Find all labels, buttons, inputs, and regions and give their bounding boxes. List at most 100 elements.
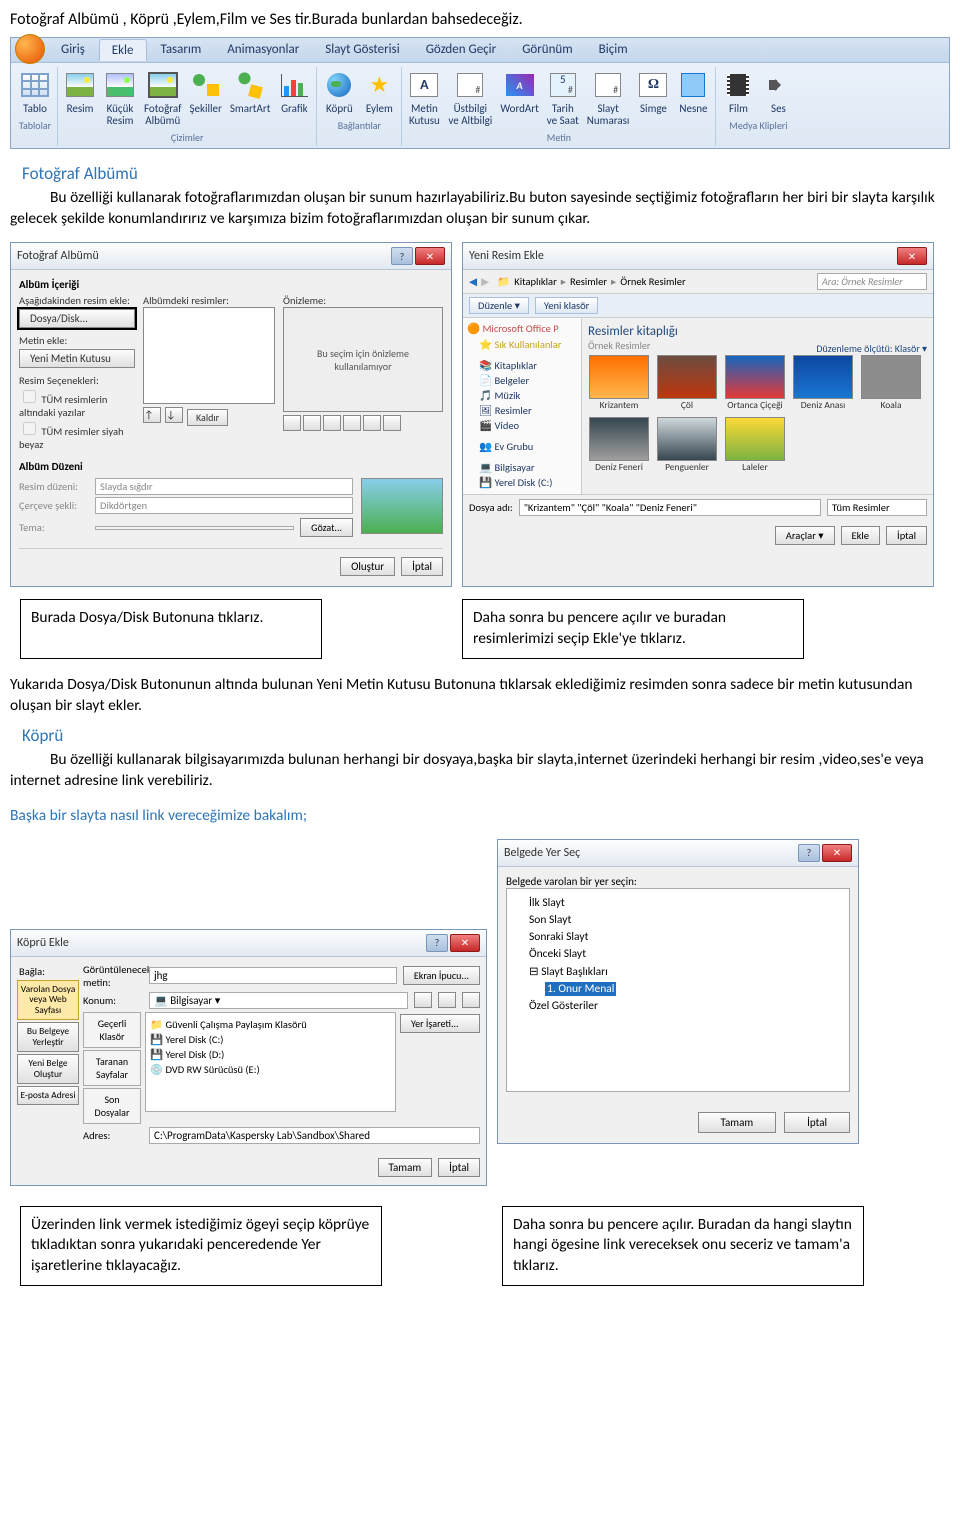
yer-isareti-button[interactable]: Yer İşareti... (400, 1014, 480, 1033)
brightness-up-icon[interactable] (323, 415, 341, 431)
contrast-down-icon[interactable] (383, 415, 401, 431)
iptal-button[interactable]: İptal (438, 1158, 480, 1177)
side-fav[interactable]: ⭐ Sık Kullanılanlar (467, 337, 577, 352)
list-item[interactable]: 💾 Yerel Disk (C:) (150, 1032, 391, 1047)
iptal-button[interactable]: İptal (401, 557, 443, 576)
side-evgrubu[interactable]: 👥 Ev Grubu (467, 439, 577, 454)
crumb-0[interactable]: Kitaplıklar (514, 275, 557, 288)
yeni-klasor-button[interactable]: Yeni klasör (535, 297, 598, 314)
btn-eylem[interactable]: ★Eylem (360, 67, 398, 117)
cerceve-select[interactable]: Dikdörtgen (95, 497, 353, 514)
search-input[interactable]: Ara: Örnek Resimler (817, 273, 927, 290)
btn-simge[interactable]: ΩSimge (634, 67, 672, 129)
nav-fwd-icon[interactable]: ▶ (481, 275, 489, 288)
crumb-1[interactable]: Resimler (570, 275, 607, 288)
adres-input[interactable]: C:\ProgramData\Kaspersky Lab\Sandbox\Sha… (149, 1127, 480, 1144)
btn-grafik[interactable]: Grafik (275, 67, 313, 129)
tema-input[interactable] (95, 526, 294, 530)
side-belgeler[interactable]: 📄 Belgeler (467, 373, 577, 388)
nav-back-icon[interactable]: ◀ (469, 275, 477, 288)
list-item[interactable]: 💾 Yerel Disk (D:) (150, 1047, 391, 1062)
tree-item[interactable]: Sonraki Slayt (513, 929, 843, 946)
tab-giris[interactable]: Giriş (49, 39, 97, 61)
duzenle-button[interactable]: Düzenle ▾ (469, 297, 529, 314)
place-tree[interactable]: İlk Slayt Son Slayt Sonraki Slayt Önceki… (506, 888, 850, 1092)
linkto-email[interactable]: E-posta Adresi (17, 1086, 79, 1105)
help-button[interactable]: ? (798, 844, 820, 862)
kaldir-button[interactable]: Kaldır (187, 409, 228, 426)
iptal-button[interactable]: İptal (784, 1112, 850, 1133)
close-button[interactable]: ✕ (822, 844, 852, 862)
btn-sekiller[interactable]: Şekiller (186, 67, 224, 129)
iptal-button[interactable]: İptal (886, 526, 927, 545)
tree-selected[interactable]: 1. Onur Menal (513, 981, 843, 998)
btn-smartart[interactable]: SmartArt (227, 67, 274, 129)
move-up-button[interactable]: ↑ (143, 407, 161, 423)
crumb-2[interactable]: Örnek Resimler (620, 275, 685, 288)
thumb-ortanca[interactable]: Ortanca Çiçeği (724, 355, 786, 411)
close-button[interactable]: ✕ (415, 247, 445, 265)
rotate-left-icon[interactable] (283, 415, 301, 431)
list-item[interactable]: 💿 DVD RW Sürücüsü (E:) (150, 1062, 391, 1077)
move-down-button[interactable]: ↓ (165, 407, 183, 423)
contrast-up-icon[interactable] (363, 415, 381, 431)
thumb-penguenler[interactable]: Penguenler (656, 417, 718, 473)
thumb-koala[interactable]: Koala (860, 355, 922, 411)
gozat-button[interactable]: Gözat... (300, 518, 353, 537)
close-button[interactable]: ✕ (450, 934, 480, 952)
thumb-denizfeneri[interactable]: Deniz Feneri (588, 417, 650, 473)
up-folder-icon[interactable] (414, 992, 432, 1008)
help-button[interactable]: ? (426, 934, 448, 952)
nav-gecerli[interactable]: Geçerli Klasör (83, 1012, 141, 1048)
side-muzik[interactable]: 🎵 Müzik (467, 388, 577, 403)
tree-group[interactable]: ⊟ Slayt Başlıkları (513, 964, 843, 981)
opt-captions[interactable]: TÜM resimlerin altındaki yazılar (19, 387, 135, 419)
side-bilgisayar[interactable]: 💻 Bilgisayar (467, 460, 577, 475)
linkto-newdoc[interactable]: Yeni Belge Oluştur (17, 1054, 79, 1084)
linkto-thisdoc[interactable]: Bu Belgeye Yerleştir (17, 1022, 79, 1052)
file-name-input[interactable]: "Krizantem" "Çöl" "Koala" "Deniz Feneri" (519, 499, 821, 516)
breadcrumb[interactable]: ◀ ▶ 📁 Kitaplıklar▸ Resimler▸ Örnek Resim… (463, 270, 933, 294)
tab-slayt-gosterisi[interactable]: Slayt Gösterisi (313, 39, 411, 61)
btn-tablo[interactable]: Tablo (16, 67, 54, 117)
konum-select[interactable]: 💻 Bilgisayar ▾ (149, 992, 408, 1009)
ekran-ipucu-button[interactable]: Ekran İpucu... (403, 966, 480, 985)
btn-ses[interactable]: Ses (759, 67, 797, 117)
tree-item[interactable]: Önceki Slayt (513, 946, 843, 963)
brightness-down-icon[interactable] (343, 415, 361, 431)
tab-ekle[interactable]: Ekle (99, 39, 147, 61)
side-resimler[interactable]: 🖼 Resimler (467, 403, 577, 418)
linkto-existing[interactable]: Varolan Dosya veya Web Sayfası (17, 980, 79, 1021)
album-list[interactable] (143, 307, 275, 404)
tree-item[interactable]: İlk Slayt (513, 895, 843, 912)
tab-gozden-gecir[interactable]: Gözden Geçir (414, 39, 508, 61)
rotate-right-icon[interactable] (303, 415, 321, 431)
ekle-button[interactable]: Ekle (841, 526, 881, 545)
btn-kopru[interactable]: Köprü (320, 67, 358, 117)
thumb-krizantem[interactable]: Krizantem (588, 355, 650, 411)
resim-duzeni-select[interactable]: Slayda sığdır (95, 478, 353, 495)
nav-son[interactable]: Son Dosyalar (83, 1088, 141, 1124)
browse-file-icon[interactable] (462, 992, 480, 1008)
thumb-denizanasi[interactable]: Deniz Anası (792, 355, 854, 411)
yeni-metin-kutusu-button[interactable]: Yeni Metin Kutusu (19, 349, 135, 368)
btn-wordart[interactable]: AWordArt (497, 67, 541, 129)
nav-taranan[interactable]: Taranan Sayfalar (83, 1050, 141, 1086)
display-text-input[interactable]: jhg (149, 967, 397, 984)
tree-item[interactable]: Özel Gösteriler (513, 998, 843, 1015)
btn-slayt-no[interactable]: Slayt Numarası (584, 67, 633, 129)
thumb-col[interactable]: Çöl (656, 355, 718, 411)
olustur-button[interactable]: Oluştur (340, 557, 395, 576)
browse-web-icon[interactable] (438, 992, 456, 1008)
tamam-button[interactable]: Tamam (378, 1158, 433, 1177)
tab-animasyonlar[interactable]: Animasyonlar (215, 39, 311, 61)
btn-metin-kutusu[interactable]: AMetin Kutusu (405, 67, 443, 129)
office-button[interactable] (15, 34, 45, 64)
dosya-disk-button[interactable]: Dosya/Disk... (19, 309, 135, 328)
file-list[interactable]: 📁 Güvenli Çalışma Paylaşım Klasörü 💾 Yer… (145, 1012, 396, 1112)
tree-item[interactable]: Son Slayt (513, 912, 843, 929)
btn-nesne[interactable]: Nesne (674, 67, 712, 129)
btn-ustbilgi[interactable]: Üstbilgi ve Altbilgi (445, 67, 495, 129)
opt-bw[interactable]: TÜM resimler siyah beyaz (19, 419, 135, 451)
file-filter[interactable]: Tüm Resimler (827, 499, 927, 516)
